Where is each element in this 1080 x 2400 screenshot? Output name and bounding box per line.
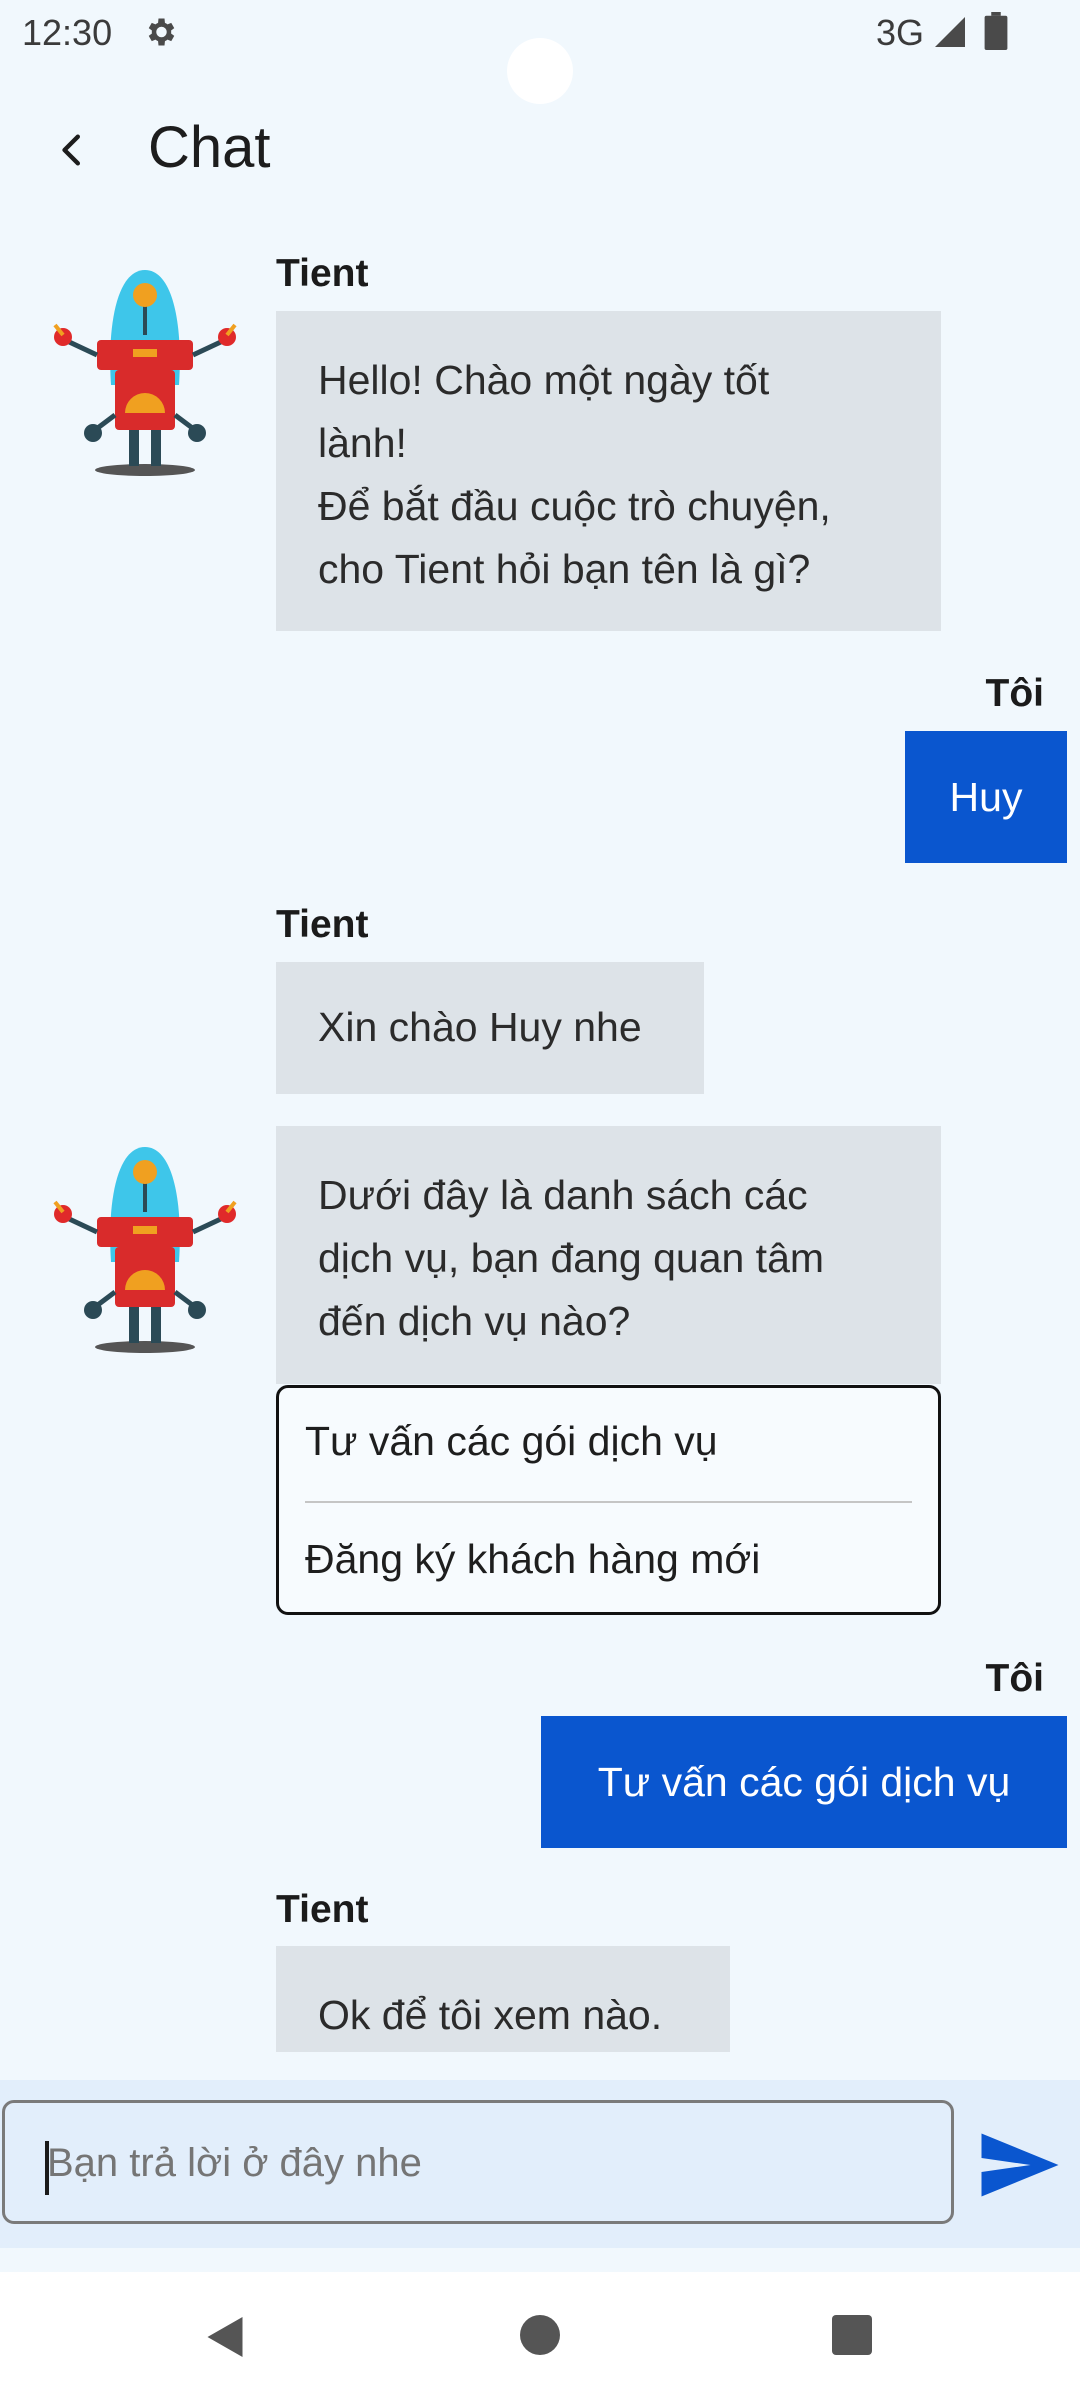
message-text: Xin chào Huy nhe — [318, 1004, 642, 1050]
status-time: 12:30 — [22, 12, 113, 53]
bot-message-bubble: Dưới đây là danh sách các dịch vụ, bạn đ… — [276, 1126, 941, 1384]
reply-input[interactable] — [47, 2141, 927, 2186]
message-line: cho Tient hỏi bạn tên là gì? — [318, 546, 811, 592]
robot-avatar — [53, 270, 237, 476]
message-line: Dưới đây là danh sách các — [318, 1172, 808, 1218]
message-text: Tư vấn các gói dịch vụ — [597, 1758, 1011, 1805]
page-title: Chat — [148, 115, 271, 180]
message-text: Ok để tôi xem nào. — [318, 1992, 663, 2038]
sender-name: Tient — [276, 1888, 369, 1931]
reply-input-box[interactable] — [2, 2100, 954, 2224]
camera-cutout — [507, 38, 573, 104]
user-message-bubble: Tư vấn các gói dịch vụ — [541, 1716, 1067, 1848]
sender-name: Tient — [276, 903, 369, 946]
message-line: đến dịch vụ nào? — [318, 1298, 631, 1344]
app-bar: Chat — [0, 100, 1080, 200]
bot-message-bubble: Ok để tôi xem nào. — [276, 1946, 730, 2052]
sender-name: Tôi — [985, 672, 1044, 715]
message-line: Hello! Chào một ngày tốt — [318, 357, 770, 403]
chevron-left-icon — [62, 134, 81, 166]
gear-icon — [148, 18, 175, 46]
system-nav-bar — [0, 2272, 1080, 2400]
network-type: 3G — [876, 12, 925, 53]
message-line: dịch vụ, bạn đang quan tâm — [318, 1235, 825, 1281]
divider — [305, 1501, 912, 1503]
message-line: Để bắt đầu cuộc trò chuyện, — [318, 483, 831, 529]
recents-square-icon[interactable] — [832, 2315, 872, 2355]
message-line: lành! — [318, 420, 407, 466]
message-text: Huy — [949, 773, 1023, 820]
bot-message-bubble: Xin chào Huy nhe — [276, 962, 704, 1094]
signal-icon — [935, 17, 965, 47]
battery-icon — [984, 12, 1008, 50]
sender-name: Tôi — [985, 1657, 1044, 1700]
option-new-customer[interactable]: Đăng ký khách hàng mới — [305, 1536, 760, 1583]
robot-avatar — [53, 1147, 237, 1353]
sender-name: Tient — [276, 252, 369, 295]
option-service-consult[interactable]: Tư vấn các gói dịch vụ — [305, 1418, 718, 1465]
send-icon[interactable] — [978, 2130, 1062, 2200]
bot-message-bubble: Hello! Chào một ngày tốt lành! Để bắt đầ… — [276, 311, 941, 631]
back-button[interactable] — [40, 118, 104, 182]
service-options-card: Tư vấn các gói dịch vụ Đăng ký khách hàn… — [276, 1385, 941, 1615]
input-area — [0, 2080, 1080, 2248]
back-triangle-icon[interactable] — [200, 2312, 250, 2362]
home-circle-icon[interactable] — [520, 2315, 560, 2355]
user-message-bubble: Huy — [905, 731, 1067, 863]
